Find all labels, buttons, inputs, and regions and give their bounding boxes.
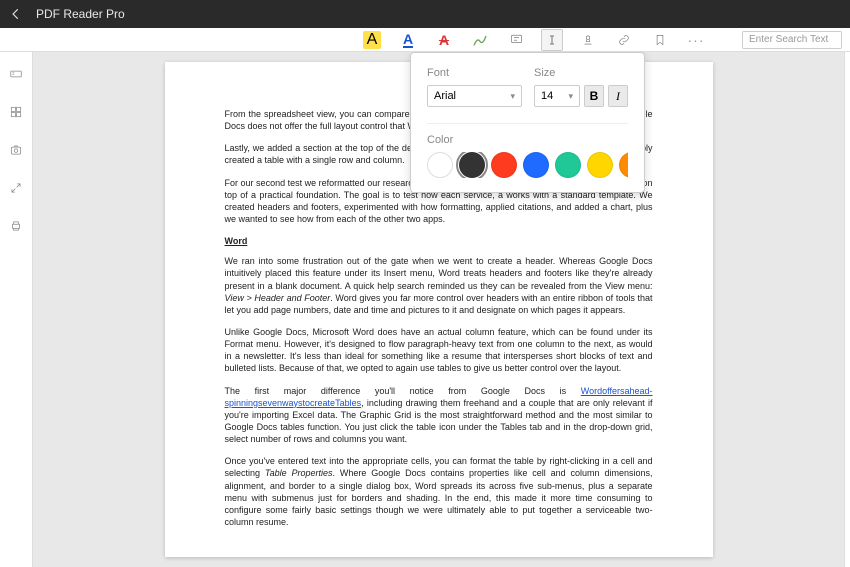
size-label: Size [534, 67, 628, 79]
color-label: Color [427, 134, 628, 146]
color-swatch[interactable] [427, 152, 453, 178]
stamp-tool[interactable] [577, 29, 599, 51]
underline-tool[interactable]: A [397, 29, 419, 51]
bookmark-tool[interactable] [649, 29, 671, 51]
color-swatch[interactable] [523, 152, 549, 178]
titlebar: PDF Reader Pro [0, 0, 850, 28]
text-format-popover: Font Arial▾ Size 14▾ B I [410, 52, 645, 193]
toolbar: A A A ··· Enter Search Text [0, 28, 850, 52]
color-swatch[interactable] [619, 152, 628, 178]
link-tool[interactable] [613, 29, 635, 51]
color-swatches [427, 152, 628, 178]
workspace: From the spreadsheet view, you can compa… [0, 52, 850, 567]
chevron-down-icon: ▾ [510, 91, 515, 102]
font-label: Font [427, 67, 522, 79]
section-heading: Word [225, 235, 248, 247]
annotations-panel-icon[interactable] [8, 66, 24, 82]
paragraph: The first major difference you'll notice… [225, 385, 653, 446]
left-rail [0, 52, 33, 567]
color-swatch[interactable] [555, 152, 581, 178]
size-select[interactable]: 14▾ [534, 85, 580, 107]
right-gutter [844, 52, 850, 567]
paragraph: Once you've entered text into the approp… [225, 455, 653, 528]
freehand-tool[interactable] [469, 29, 491, 51]
color-swatch[interactable] [459, 152, 485, 178]
color-swatch[interactable] [491, 152, 517, 178]
bold-button[interactable]: B [584, 85, 604, 107]
font-select[interactable]: Arial▾ [427, 85, 522, 107]
strikethrough-tool[interactable]: A [433, 29, 455, 51]
paragraph: Unlike Google Docs, Microsoft Word does … [225, 326, 653, 375]
italic-button[interactable]: I [608, 85, 628, 107]
thumbnails-panel-icon[interactable] [8, 104, 24, 120]
text-tool[interactable] [541, 29, 563, 51]
note-tool[interactable] [505, 29, 527, 51]
highlight-tool[interactable]: A [361, 29, 383, 51]
chevron-down-icon: ▾ [568, 91, 573, 102]
search-input[interactable]: Enter Search Text [742, 31, 842, 49]
back-button[interactable] [8, 6, 24, 22]
fullscreen-icon[interactable] [8, 180, 24, 196]
app-title: PDF Reader Pro [36, 7, 125, 21]
paragraph: We ran into some frustration out of the … [225, 255, 653, 316]
snapshot-icon[interactable] [8, 142, 24, 158]
print-icon[interactable] [8, 218, 24, 234]
more-menu[interactable]: ··· [685, 29, 707, 51]
color-swatch[interactable] [587, 152, 613, 178]
